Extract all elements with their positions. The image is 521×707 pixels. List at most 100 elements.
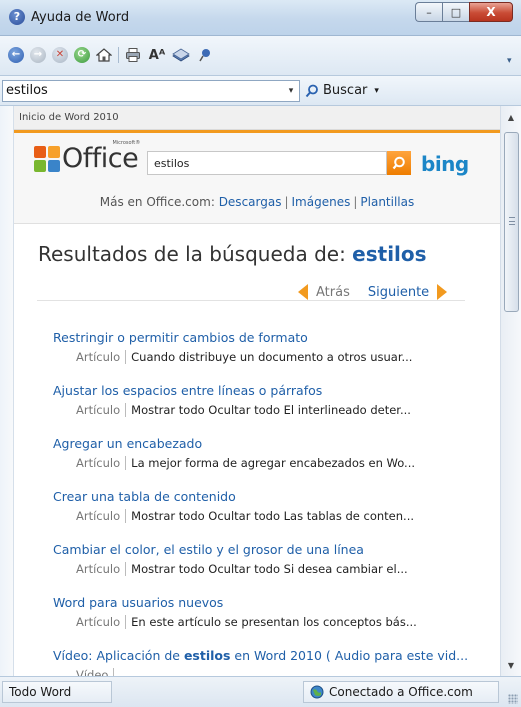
chevron-down-icon: ▾ [374, 85, 379, 96]
minimize-button[interactable]: – [415, 2, 442, 22]
forward-button[interactable]: → [29, 46, 47, 64]
vertical-scrollbar[interactable]: ▲ ▼ [500, 106, 521, 676]
result-snippet: Mostrar todo Ocultar todo Si desea cambi… [131, 562, 408, 576]
window-controls: – □ X [415, 2, 513, 22]
bing-logo: bing [421, 152, 469, 176]
toolbar-separator [118, 47, 119, 63]
link-separator: | [284, 195, 289, 209]
keep-on-top-button[interactable] [196, 46, 214, 64]
help-search-input[interactable]: estilos [2, 80, 300, 102]
office-logo[interactable]: Office Microsoft® [34, 140, 141, 174]
result-meta: Vídeo [53, 668, 483, 676]
results-heading: Resultados de la búsqueda de: estilos [38, 242, 427, 266]
list-item: Cambiar el color, el estilo y el grosor … [53, 542, 483, 576]
scrollbar-grip-icon [509, 217, 515, 225]
search-button[interactable]: Buscar ▾ [305, 83, 379, 98]
list-item: Vídeo: Aplicación de estilos en Word 201… [53, 648, 483, 676]
results-heading-prefix: Resultados de la búsqueda de: [38, 242, 346, 266]
back-button[interactable]: ← [7, 46, 25, 64]
result-type: Vídeo [76, 668, 115, 676]
help-toolbar: ← → ✕ ⟳ Aᴬ ▾ [0, 36, 521, 76]
home-icon [96, 48, 112, 62]
result-meta: Artículo Mostrar todo Ocultar todo El int… [53, 403, 483, 417]
result-title-link[interactable]: Restringir o permitir cambios de formato [53, 330, 483, 345]
back-icon: ← [8, 47, 24, 63]
maximize-icon: □ [450, 5, 462, 19]
link-separator: | [353, 195, 358, 209]
result-meta: Artículo En este artículo se presentan lo… [53, 615, 483, 629]
table-of-contents-button[interactable] [172, 46, 190, 64]
scroll-down-icon[interactable]: ▼ [501, 656, 521, 674]
result-title-link[interactable]: Crear una tabla de contenido [53, 489, 483, 504]
list-item: Ajustar los espacios entre líneas o párr… [53, 383, 483, 417]
content-left-edge [0, 106, 14, 676]
next-page-link[interactable]: Siguiente [368, 285, 429, 300]
results-query: estilos [352, 242, 427, 266]
globe-icon [310, 685, 324, 699]
title-bar: ? Ayuda de Word – □ X [0, 0, 521, 36]
result-title-link[interactable]: Word para usuarios nuevos [53, 595, 483, 610]
result-snippet: Cuando distribuye un documento a otros u… [131, 350, 413, 364]
breadcrumb-home-link[interactable]: Inicio de Word 2010 [19, 112, 119, 123]
stop-button[interactable]: ✕ [51, 46, 69, 64]
text-size-button[interactable]: Aᴬ [146, 46, 168, 64]
office-logo-superscript: Microsoft® [112, 140, 141, 146]
result-meta: Artículo Mostrar todo Ocultar todo Si des… [53, 562, 483, 576]
scrollbar-thumb[interactable] [504, 132, 519, 312]
result-title-link[interactable]: Agregar un encabezado [53, 436, 483, 451]
bing-search-button[interactable] [387, 151, 411, 175]
result-title-link[interactable]: Vídeo: Aplicación de estilos en Word 201… [53, 648, 483, 663]
link-descargas[interactable]: Descargas [219, 195, 282, 209]
office-header: Office Microsoft® estilos bing Más en Off… [14, 133, 500, 224]
prev-arrow-icon[interactable] [298, 284, 308, 300]
resize-grip-icon[interactable] [508, 694, 518, 704]
connection-status[interactable]: Conectado a Office.com [303, 681, 499, 703]
magnifier-icon [305, 84, 318, 97]
next-arrow-icon[interactable] [437, 284, 448, 300]
refresh-icon: ⟳ [74, 47, 90, 63]
result-type: Artículo [76, 562, 127, 576]
text-size-icon: Aᴬ [148, 47, 166, 63]
search-scope-dropdown-icon[interactable]: ▾ [283, 80, 299, 102]
results-divider [37, 300, 465, 301]
minimize-icon: – [426, 5, 432, 19]
list-item: Word para usuarios nuevos Artículo En est… [53, 595, 483, 629]
search-icon [392, 156, 405, 170]
help-app-icon: ? [9, 9, 25, 25]
result-snippet: La mejor forma de agregar encabezados en… [131, 456, 416, 470]
toc-book-icon [172, 48, 190, 62]
result-meta: Artículo Cuando distribuye un documento a… [53, 350, 483, 364]
result-snippet: Mostrar todo Ocultar todo Las tablas de … [131, 509, 415, 523]
result-type: Artículo [76, 615, 127, 629]
result-type: Artículo [76, 350, 127, 364]
stop-icon: ✕ [52, 47, 68, 63]
toolbar-overflow-chevron-icon[interactable]: ▾ [507, 56, 515, 70]
home-button[interactable] [95, 46, 113, 64]
more-on-office-links: Más en Office.com: Descargas | Imágenes | Pl… [14, 195, 500, 209]
help-content: Inicio de Word 2010 Office Microsoft® est… [14, 106, 500, 676]
office-logo-icon [34, 145, 60, 172]
window-title: Ayuda de Word [31, 10, 130, 25]
list-item: Agregar un encabezado Artículo La mejor f… [53, 436, 483, 470]
results-pager: Atrás Siguiente [298, 284, 448, 300]
result-snippet: Mostrar todo Ocultar todo El interlinead… [131, 403, 411, 417]
prev-page-link[interactable]: Atrás [316, 285, 350, 300]
search-scope-status[interactable]: Todo Word [2, 681, 112, 703]
search-button-label: Buscar [323, 83, 368, 98]
result-snippet: En este artículo se presentan los concep… [131, 615, 417, 629]
refresh-button[interactable]: ⟳ [73, 46, 91, 64]
list-item: Restringir o permitir cambios de formato… [53, 330, 483, 364]
more-prefix: Más en Office.com: [99, 195, 215, 209]
link-imagenes[interactable]: Imágenes [292, 195, 351, 209]
forward-icon: → [30, 47, 46, 63]
scroll-up-icon[interactable]: ▲ [501, 108, 521, 126]
link-plantillas[interactable]: Plantillas [360, 195, 414, 209]
office-logo-text: Office Microsoft® [62, 140, 141, 174]
result-title-link[interactable]: Cambiar el color, el estilo y el grosor … [53, 542, 483, 557]
office-search-input[interactable]: estilos [147, 151, 387, 175]
result-title-link[interactable]: Ajustar los espacios entre líneas o párr… [53, 383, 483, 398]
print-button[interactable] [124, 46, 142, 64]
maximize-button[interactable]: □ [442, 2, 469, 22]
close-button[interactable]: X [469, 2, 513, 22]
result-type: Artículo [76, 403, 127, 417]
